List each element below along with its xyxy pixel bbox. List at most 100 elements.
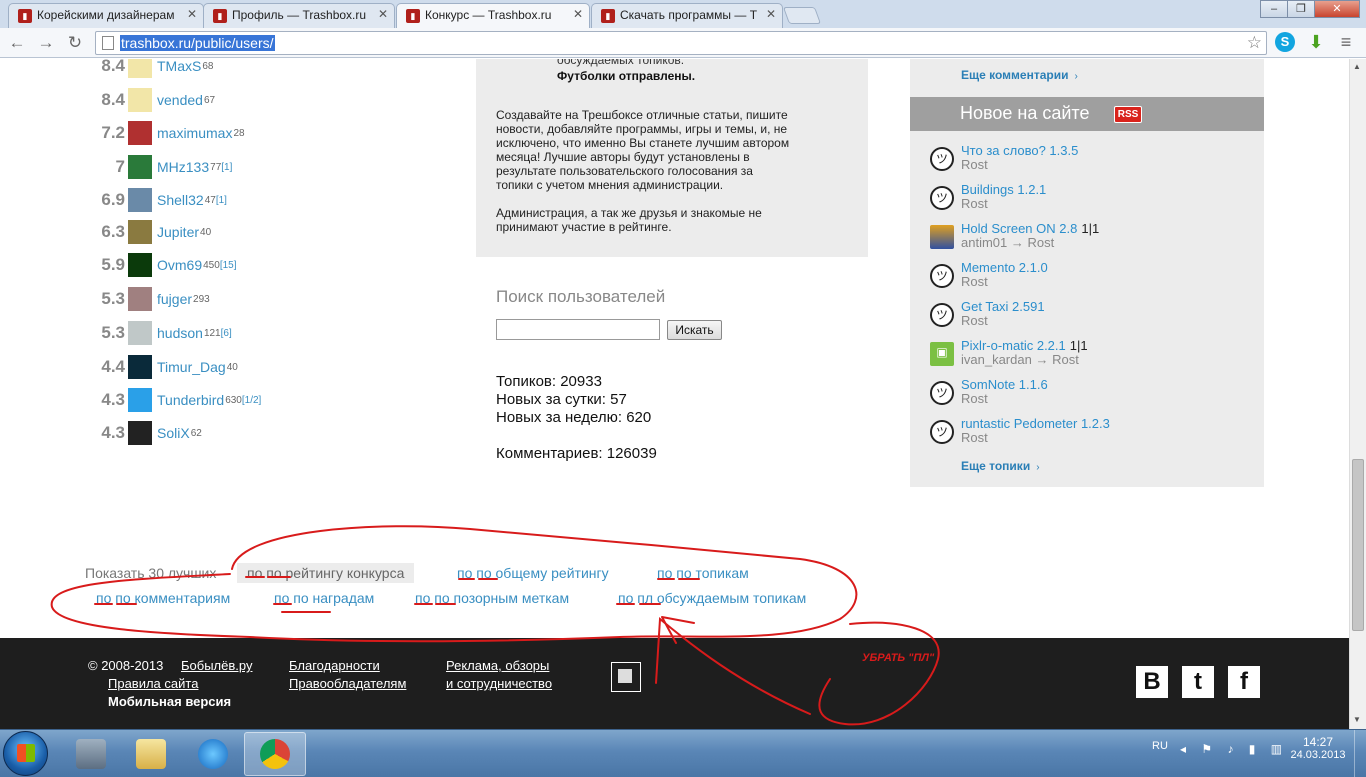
browser-tab-4[interactable]: ▮ Скачать программы — Т ✕ — [591, 3, 783, 28]
taskbar-app-internet-explorer[interactable] — [182, 732, 244, 776]
user-link[interactable]: hudson — [157, 325, 203, 341]
close-tab-icon[interactable]: ✕ — [573, 7, 583, 21]
broken-image-icon[interactable] — [611, 662, 641, 692]
news-editor[interactable]: Rost — [1052, 352, 1079, 367]
minimize-button[interactable]: – — [1260, 0, 1288, 18]
user-award-link[interactable]: [1] — [221, 162, 232, 173]
ads-link-line1[interactable]: Реклама, обзоры — [446, 658, 549, 673]
rss-icon[interactable]: RSS — [1114, 106, 1142, 123]
user-avatar[interactable] — [128, 220, 152, 244]
forward-button[interactable]: → — [35, 32, 57, 54]
user-avatar[interactable] — [128, 287, 152, 311]
close-tab-icon[interactable]: ✕ — [378, 7, 388, 21]
user-link[interactable]: Ovm69 — [157, 257, 202, 273]
news-title-link[interactable]: Hold Screen ON 2.8 1|1 — [961, 221, 1099, 236]
news-author[interactable]: Rost — [961, 430, 988, 445]
browser-tab-1[interactable]: ▮ Корейскими дизайнерам ✕ — [8, 3, 204, 28]
page-scrollbar[interactable]: ▲ ▼ — [1349, 59, 1366, 729]
news-title[interactable]: SomNote 1.1.6 — [961, 377, 1048, 392]
chrome-menu-icon[interactable]: ≡ — [1336, 32, 1356, 52]
user-link[interactable]: Tunderbird — [157, 392, 224, 408]
maximize-button[interactable]: ❐ — [1287, 0, 1315, 18]
user-avatar[interactable] — [128, 121, 152, 145]
news-title[interactable]: Memento 2.1.0 — [961, 260, 1048, 275]
reload-button[interactable]: ↻ — [64, 32, 86, 54]
user-link[interactable]: Timur_Dag — [157, 359, 226, 375]
back-button[interactable]: ← — [6, 32, 28, 54]
filter-comments[interactable]: по по комментариям — [96, 590, 230, 606]
vk-icon[interactable]: B — [1136, 666, 1168, 698]
news-author[interactable]: Rost — [961, 196, 988, 211]
mobile-version-link[interactable]: Мобильная версия — [108, 694, 231, 709]
news-title[interactable]: Pixlr-o-matic 2.2.1 — [961, 338, 1066, 353]
filter-overall-rating[interactable]: по по общему рейтингу — [457, 565, 609, 581]
taskbar-app-chrome[interactable] — [244, 732, 306, 776]
news-author[interactable]: Rost — [961, 313, 988, 328]
bookmark-star-icon[interactable]: ☆ — [1247, 33, 1262, 53]
user-award-link[interactable]: [15] — [220, 260, 237, 271]
user-link[interactable]: Jupiter — [157, 224, 199, 240]
search-button[interactable]: Искать — [667, 320, 722, 340]
filter-awards[interactable]: по по наградам — [274, 590, 374, 606]
taskbar-app-file-explorer[interactable] — [120, 732, 182, 776]
user-avatar[interactable] — [128, 88, 152, 112]
news-title-link[interactable]: Memento 2.1.0 — [961, 260, 1048, 275]
close-window-button[interactable]: ✕ — [1314, 0, 1360, 18]
scrollbar-thumb[interactable] — [1352, 459, 1364, 631]
skype-extension-icon[interactable]: S — [1275, 32, 1295, 52]
twitter-icon[interactable]: t — [1182, 666, 1214, 698]
news-title-link[interactable]: Что за слово? 1.3.5 — [961, 143, 1078, 158]
user-link[interactable]: TMaxS — [157, 59, 201, 74]
news-title[interactable]: runtastic Pedometer 1.2.3 — [961, 416, 1110, 431]
news-title-link[interactable]: Buildings 1.2.1 — [961, 182, 1046, 197]
ads-link-line2[interactable]: и сотрудничество — [446, 676, 552, 691]
user-link[interactable]: MHz133 — [157, 159, 209, 175]
filter-contest-rating[interactable]: по по рейтингу конкурса — [237, 563, 415, 583]
user-search-input[interactable] — [496, 319, 660, 340]
news-author[interactable]: antim01 — [961, 235, 1007, 250]
filter-shame-marks[interactable]: по по позорным меткам — [415, 590, 569, 606]
url-text[interactable]: trashbox.ru/public/users/ — [120, 35, 275, 51]
system-tray-icons[interactable]: ◂ ⚑ ♪ ▮ ▥ — [1180, 742, 1288, 756]
user-avatar[interactable] — [128, 421, 152, 445]
more-comments-link[interactable]: Еще комментарии › — [961, 68, 1078, 82]
news-title[interactable]: Что за слово? 1.3.5 — [961, 143, 1078, 158]
address-bar[interactable]: trashbox.ru/public/users/ ☆ — [95, 31, 1267, 55]
author-link[interactable]: Бобылёв.ру — [181, 658, 252, 673]
news-title[interactable]: Buildings 1.2.1 — [961, 182, 1046, 197]
news-title-link[interactable]: runtastic Pedometer 1.2.3 — [961, 416, 1110, 431]
news-author[interactable]: Rost — [961, 157, 988, 172]
user-award-link[interactable]: [6] — [221, 328, 232, 339]
start-button[interactable] — [3, 731, 48, 776]
filter-discussed-topics[interactable]: по пл обсуждаемым топикам — [618, 590, 806, 606]
taskbar-app-explorer-tools[interactable] — [60, 732, 122, 776]
news-author[interactable]: Rost — [961, 391, 988, 406]
thanks-link[interactable]: Благодарности — [289, 658, 380, 673]
user-avatar[interactable] — [128, 253, 152, 277]
new-tab-button[interactable] — [782, 7, 822, 24]
user-avatar[interactable] — [128, 188, 152, 212]
show-desktop-button[interactable] — [1354, 730, 1366, 777]
browser-tab-2[interactable]: ▮ Профиль — Trashbox.ru ✕ — [203, 3, 395, 28]
user-avatar[interactable] — [128, 155, 152, 179]
user-avatar[interactable] — [128, 321, 152, 345]
user-avatar[interactable] — [128, 355, 152, 379]
news-title[interactable]: Hold Screen ON 2.8 — [961, 221, 1077, 236]
news-editor[interactable]: Rost — [1028, 235, 1055, 250]
user-award-link[interactable]: [1/2] — [242, 395, 261, 406]
news-title-link[interactable]: Get Taxi 2.591 — [961, 299, 1045, 314]
scroll-down-icon[interactable]: ▼ — [1353, 715, 1361, 724]
user-link[interactable]: Shell32 — [157, 192, 204, 208]
user-link[interactable]: fujger — [157, 291, 192, 307]
download-extension-icon[interactable]: ⬇ — [1306, 32, 1326, 52]
user-avatar[interactable] — [128, 59, 152, 78]
user-avatar[interactable] — [128, 388, 152, 412]
browser-tab-3[interactable]: ▮ Конкурс — Trashbox.ru ✕ — [396, 3, 590, 28]
news-author[interactable]: Rost — [961, 274, 988, 289]
system-clock[interactable]: 14:27 24.03.2013 — [1287, 735, 1349, 761]
news-title[interactable]: Get Taxi 2.591 — [961, 299, 1045, 314]
user-award-link[interactable]: [1] — [216, 195, 227, 206]
rightholders-link[interactable]: Правообладателям — [289, 676, 406, 691]
user-link[interactable]: vended — [157, 92, 203, 108]
news-author[interactable]: ivan_kardan — [961, 352, 1032, 367]
